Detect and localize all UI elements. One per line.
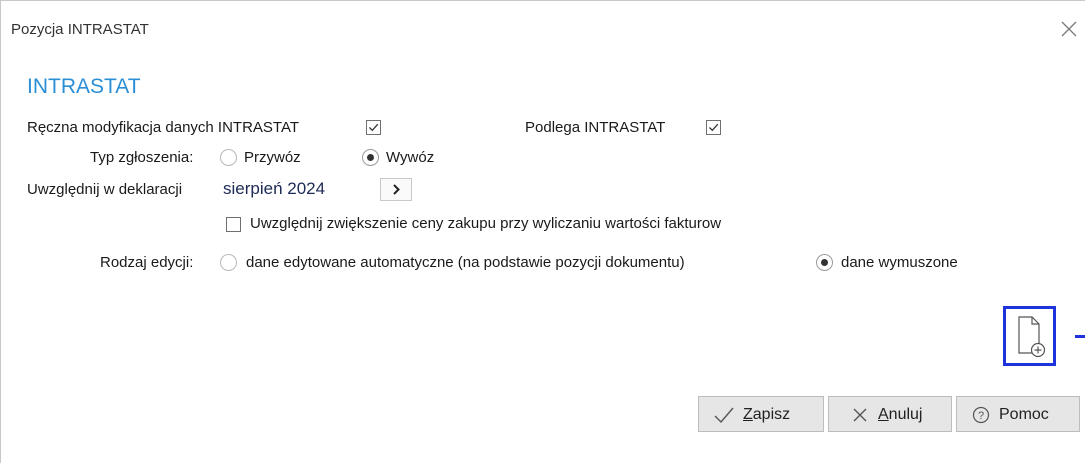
radio-forced-data-label: dane wymuszone (841, 254, 958, 271)
cancel-button[interactable]: Anuluj (828, 396, 952, 432)
section-title: INTRASTAT (27, 75, 141, 98)
title-bar: Pozycja INTRASTAT (1, 1, 1085, 51)
document-add-icon (1018, 316, 1046, 358)
intrastat-dialog: Pozycja INTRASTAT INTRASTAT Ręczna modyf… (0, 0, 1085, 463)
new-document-button[interactable] (1003, 306, 1056, 366)
help-label: Pomoc (999, 406, 1049, 423)
subject-to-intrastat-checkbox[interactable] (706, 120, 721, 135)
checkmark-icon (714, 407, 734, 424)
close-icon[interactable] (1059, 19, 1079, 39)
radio-przywoz-label: Przywóz (244, 149, 301, 166)
chevron-right-icon (393, 184, 400, 195)
window-title: Pozycja INTRASTAT (11, 21, 149, 38)
subject-to-intrastat-label: Podlega INTRASTAT (525, 119, 666, 136)
radio-przywoz[interactable] (220, 149, 237, 166)
price-increase-checkbox[interactable] (226, 217, 241, 232)
radio-wywoz[interactable] (362, 149, 379, 166)
declaration-label: Uwzględnij w deklaracji (27, 181, 183, 198)
next-period-button[interactable] (380, 178, 412, 201)
declaration-period-value[interactable]: sierpień 2024 (223, 179, 325, 199)
manual-modification-checkbox[interactable] (366, 120, 381, 135)
manual-modification-label: Ręczna modyfikacja danych INTRASTAT (27, 119, 300, 136)
save-label-rest: apisz (752, 406, 791, 423)
report-type-label: Typ zgłoszenia: (90, 149, 194, 166)
help-button[interactable]: ? Pomoc (956, 396, 1080, 432)
close-icon (853, 408, 867, 422)
highlight-connector (1075, 335, 1085, 338)
save-accel: Z (743, 406, 753, 423)
svg-text:?: ? (978, 410, 984, 422)
edit-type-label: Rodzaj edycji: (100, 254, 194, 271)
price-increase-label: Uwzględnij zwiększenie ceny zakupu przy … (250, 215, 722, 232)
radio-auto-data-label: dane edytowane automatyczne (na podstawi… (246, 254, 685, 271)
question-circle-icon: ? (972, 406, 990, 424)
radio-auto-data[interactable] (220, 254, 237, 271)
radio-forced-data[interactable] (816, 254, 833, 271)
cancel-accel: A (878, 406, 889, 423)
save-button[interactable]: Zapisz (698, 396, 824, 432)
radio-wywoz-label: Wywóz (386, 149, 435, 166)
cancel-label-rest: nuluj (888, 406, 923, 423)
